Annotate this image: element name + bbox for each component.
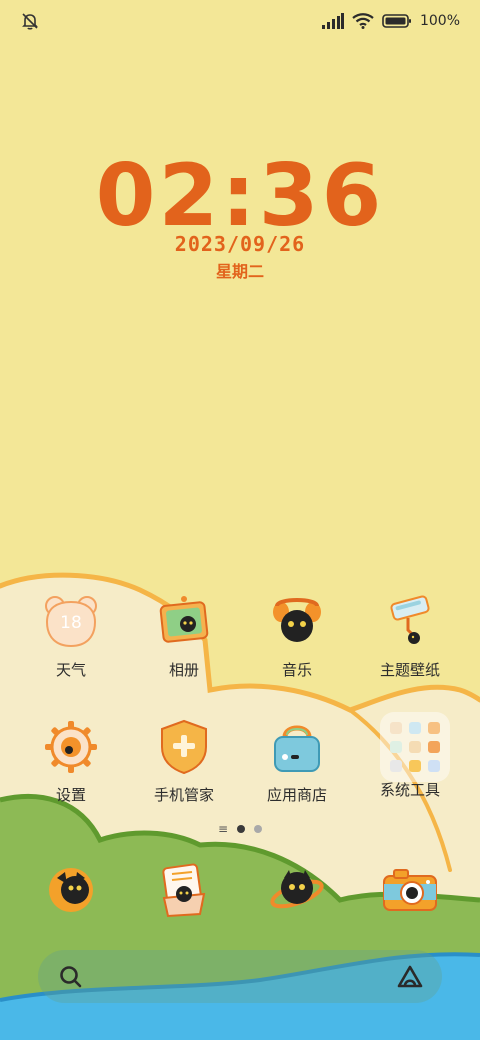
clock-time: 02:36 (95, 146, 385, 246)
search-bar[interactable] (38, 950, 442, 1003)
app-phone-manager[interactable]: 手机管家 (129, 717, 239, 805)
bell-off-icon (22, 13, 38, 30)
system-tools-folder-icon (380, 712, 450, 782)
weather-icon: 18 (45, 596, 97, 648)
status-bar: 100% (0, 0, 480, 42)
app-settings[interactable]: 设置 (16, 717, 126, 805)
app-label: 手机管家 (153, 786, 214, 804)
app-weather[interactable]: 18 天气 (16, 592, 126, 680)
app-store-icon (274, 725, 320, 772)
search-icon[interactable] (58, 964, 84, 990)
app-music[interactable]: 音乐 (242, 592, 352, 680)
app-system-tools[interactable]: 系统工具 (355, 712, 465, 800)
battery-percentage: 100% (419, 13, 460, 29)
clock-date: 2023/09/26 (174, 232, 306, 256)
phone-manager-icon (161, 719, 207, 775)
app-label: 设置 (55, 786, 86, 804)
camera-icon (383, 869, 437, 911)
dock-camera[interactable] (380, 860, 440, 920)
messages-icon (162, 863, 206, 918)
signal-icon (321, 13, 344, 29)
app-label: 系统工具 (379, 781, 440, 799)
clock-widget[interactable]: 02:36 2023/09/26 星期二 (0, 150, 480, 284)
theme-icon (390, 595, 430, 644)
page-indicator[interactable]: ≡ (0, 822, 480, 836)
gallery-icon (159, 596, 209, 643)
assistant-icon[interactable] (396, 963, 424, 991)
browser-icon (270, 870, 324, 909)
app-theme[interactable]: 主题壁纸 (355, 592, 465, 680)
dock-browser[interactable] (267, 860, 327, 920)
music-icon (273, 598, 321, 642)
page-dot[interactable] (254, 825, 263, 833)
app-label: 音乐 (281, 661, 312, 679)
wifi-icon (352, 13, 374, 29)
app-label: 天气 (55, 661, 86, 679)
phone-icon (49, 868, 93, 912)
settings-icon (45, 721, 97, 773)
page-dot-active[interactable] (237, 825, 246, 833)
app-store[interactable]: 应用商店 (242, 717, 352, 805)
drawer-menu-icon[interactable]: ≡ (218, 822, 228, 836)
app-label: 主题壁纸 (379, 661, 440, 679)
app-label: 相册 (168, 661, 199, 679)
app-gallery[interactable]: 相册 (129, 592, 239, 680)
clock-weekday: 星期二 (215, 262, 264, 281)
battery-icon (382, 14, 411, 28)
dock-phone[interactable] (41, 860, 101, 920)
dock-messages[interactable] (154, 860, 214, 920)
app-label: 应用商店 (266, 786, 327, 804)
weather-temp: 18 (60, 613, 82, 633)
